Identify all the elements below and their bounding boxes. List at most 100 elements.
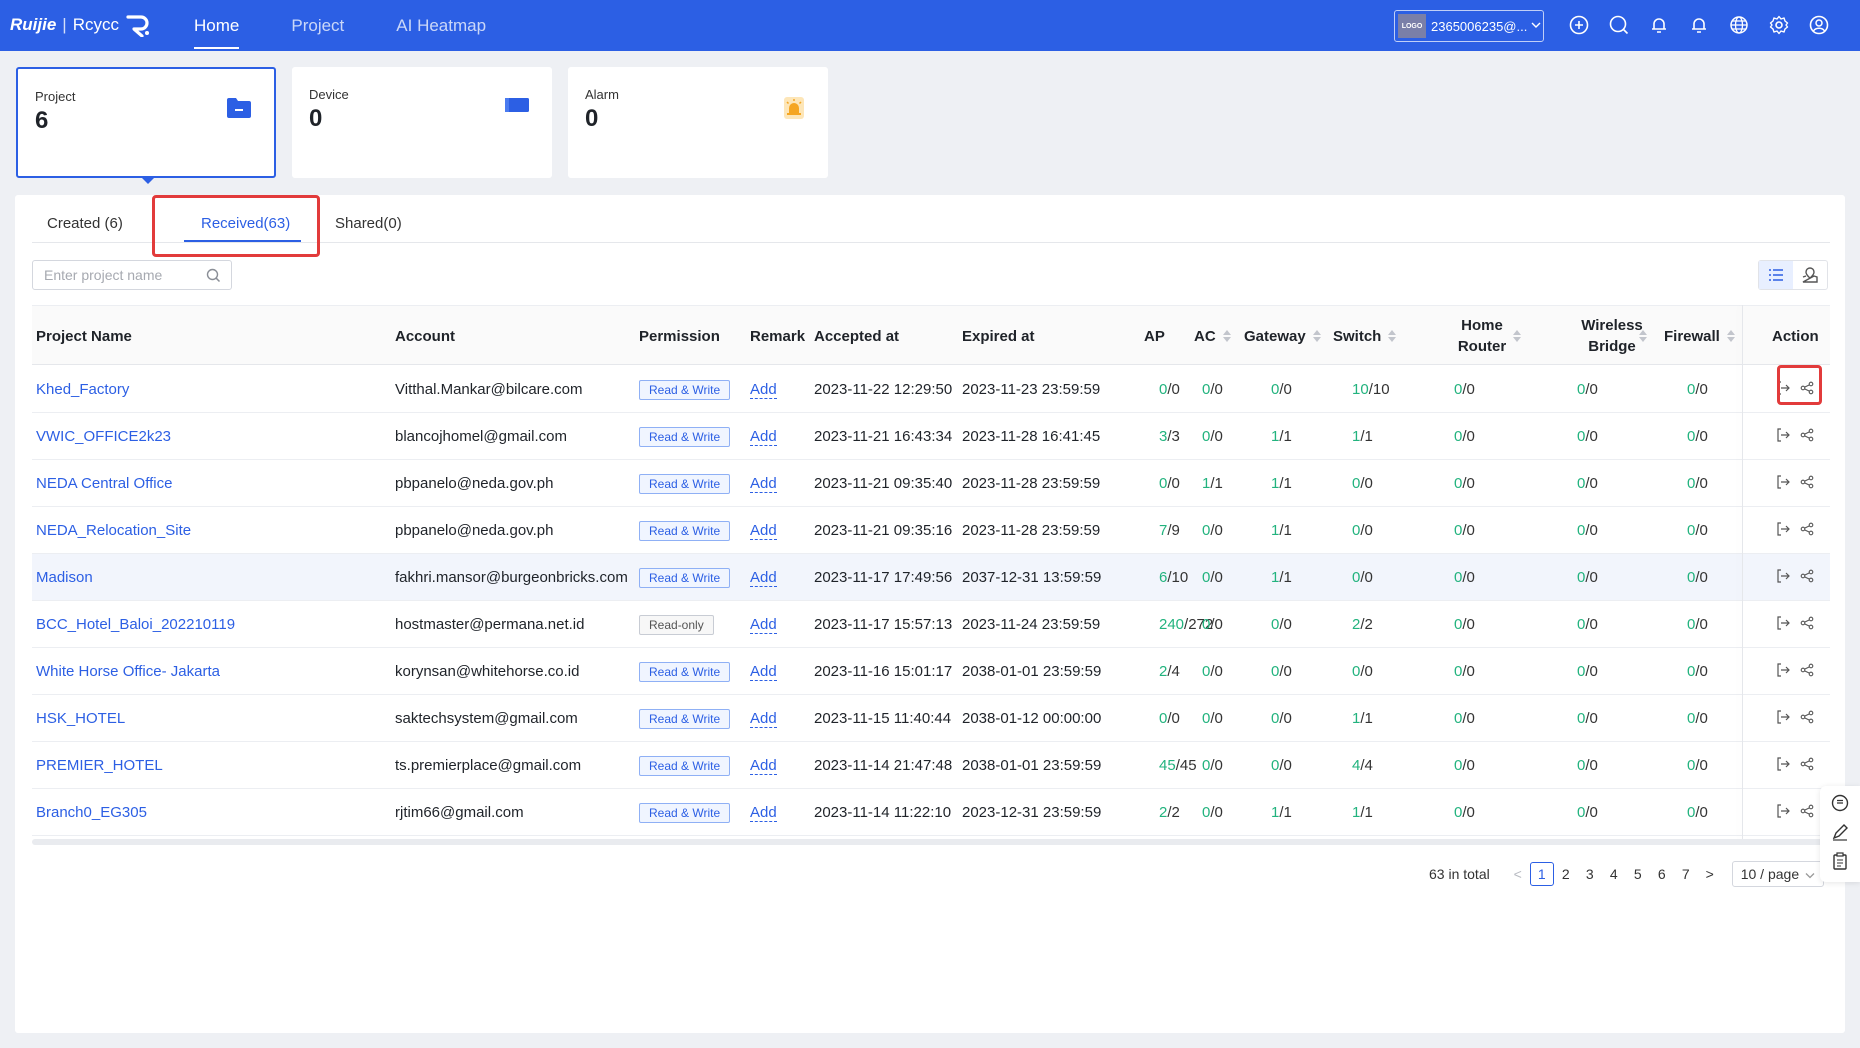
table-row[interactable]: NEDA_Relocation_Site pbpanelo@neda.gov.ph… [32, 507, 1830, 554]
enter-project-icon[interactable] [1776, 803, 1790, 822]
horizontal-scrollbar[interactable] [32, 839, 1830, 845]
add-remark-link[interactable]: Add [750, 757, 777, 775]
enter-project-icon[interactable] [1776, 427, 1790, 446]
add-remark-link[interactable]: Add [750, 804, 777, 822]
enter-project-icon[interactable] [1776, 568, 1790, 587]
project-name-link[interactable]: NEDA_Relocation_Site [36, 507, 191, 554]
share-icon[interactable] [1800, 663, 1814, 681]
sort-icon[interactable] [1388, 330, 1396, 342]
settings-icon[interactable] [1767, 13, 1791, 37]
project-name-link[interactable]: BCC_Hotel_Baloi_202210119 [36, 601, 235, 648]
table-row[interactable]: VWIC_OFFICE2k23 blancojhomel@gmail.com Rea… [32, 413, 1830, 460]
nav-ai-heatmap[interactable]: AI Heatmap [370, 0, 512, 51]
table-row[interactable]: PREMIER_HOTEL ts.premierplace@gmail.com Re… [32, 742, 1830, 789]
stat-card-project[interactable]: Project 6 [16, 67, 276, 178]
sort-icon[interactable] [1727, 330, 1735, 342]
project-name-link[interactable]: White Horse Office- Jakarta [36, 648, 220, 695]
add-remark-link[interactable]: Add [750, 381, 777, 399]
add-circle-icon[interactable] [1567, 13, 1591, 37]
table-row[interactable]: Branch0_EG305 rjtim66@gmail.com Read & Wri… [32, 789, 1830, 836]
col-permission: Permission [639, 327, 720, 345]
page-4-button[interactable]: 4 [1602, 862, 1626, 886]
enter-project-icon[interactable] [1776, 709, 1790, 728]
col-home-router-sort[interactable] [1506, 306, 1521, 366]
project-search[interactable] [32, 260, 232, 290]
brand-logo[interactable]: Ruijie | Rcycc [10, 13, 151, 37]
tab-created[interactable]: Created (6) [47, 215, 123, 232]
enter-project-icon[interactable] [1776, 521, 1790, 540]
table-row[interactable]: NEDA Central Office pbpanelo@neda.gov.ph R… [32, 460, 1830, 507]
page-2-button[interactable]: 2 [1554, 862, 1578, 886]
add-remark-link[interactable]: Add [750, 522, 777, 540]
share-icon[interactable] [1800, 616, 1814, 634]
clipboard-icon[interactable] [1832, 852, 1848, 874]
col-ac[interactable]: AC [1194, 306, 1231, 366]
enter-project-icon[interactable] [1776, 756, 1790, 775]
share-icon[interactable] [1800, 804, 1814, 822]
page-7-button[interactable]: 7 [1674, 862, 1698, 886]
share-icon[interactable] [1800, 710, 1814, 728]
nav-home[interactable]: Home [168, 0, 265, 51]
bell-icon[interactable] [1647, 13, 1671, 37]
account-selector[interactable]: LOGO 2365006235@... [1394, 10, 1544, 42]
user-icon[interactable] [1807, 13, 1831, 37]
project-name-link[interactable]: HSK_HOTEL [36, 695, 125, 742]
map-view-icon[interactable] [1793, 261, 1827, 289]
add-remark-link[interactable]: Add [750, 663, 777, 681]
page-5-button[interactable]: 5 [1626, 862, 1650, 886]
nav-project[interactable]: Project [265, 0, 370, 51]
col-gateway[interactable]: Gateway [1244, 306, 1321, 366]
stat-card-alarm[interactable]: Alarm 0 [568, 67, 828, 178]
online-count: 0 [1577, 475, 1586, 492]
table-row[interactable]: BCC_Hotel_Baloi_202210119 hostmaster@perm… [32, 601, 1830, 648]
share-icon[interactable] [1800, 569, 1814, 587]
add-remark-link[interactable]: Add [750, 475, 777, 493]
table-row[interactable]: Madison fakhri.mansor@burgeonbricks.com Re… [32, 554, 1830, 601]
project-name-link[interactable]: Branch0_EG305 [36, 789, 147, 836]
page-1-button[interactable]: 1 [1529, 862, 1554, 886]
share-icon[interactable] [1800, 522, 1814, 540]
globe-icon[interactable] [1727, 13, 1751, 37]
table-row[interactable]: White Horse Office- Jakarta korynsan@whit… [32, 648, 1830, 695]
enter-project-icon[interactable] [1776, 662, 1790, 681]
notification-icon[interactable] [1687, 13, 1711, 37]
enter-project-icon[interactable] [1776, 615, 1790, 634]
col-wireless-bridge[interactable]: Wireless Bridge [1552, 306, 1672, 366]
list-view-icon[interactable] [1759, 261, 1793, 289]
col-ap[interactable]: AP [1144, 306, 1165, 366]
add-remark-link[interactable]: Add [750, 616, 777, 634]
chat-icon[interactable] [1831, 794, 1849, 816]
project-name-link[interactable]: VWIC_OFFICE2k23 [36, 413, 171, 460]
prev-page-button[interactable]: < [1506, 862, 1530, 886]
project-name-link[interactable]: Madison [36, 554, 93, 601]
col-wireless-bridge-sort[interactable] [1632, 306, 1647, 366]
sort-icon[interactable] [1313, 330, 1321, 342]
sort-icon[interactable] [1513, 330, 1521, 342]
next-page-button[interactable]: > [1698, 862, 1722, 886]
sort-icon[interactable] [1223, 330, 1231, 342]
sort-icon[interactable] [1639, 330, 1647, 342]
page-6-button[interactable]: 6 [1650, 862, 1674, 886]
share-icon[interactable] [1800, 428, 1814, 446]
project-name-link[interactable]: Khed_Factory [36, 366, 129, 413]
search-icon[interactable] [206, 268, 221, 286]
add-remark-link[interactable]: Add [750, 428, 777, 446]
feedback-icon[interactable] [1831, 823, 1849, 845]
page-size-select[interactable]: 10 / page [1731, 861, 1824, 887]
project-name-link[interactable]: NEDA Central Office [36, 460, 172, 507]
add-remark-link[interactable]: Add [750, 569, 777, 587]
search-icon[interactable] [1607, 13, 1631, 37]
table-row[interactable]: HSK_HOTEL saktechsystem@gmail.com Read & W… [32, 695, 1830, 742]
search-input[interactable] [44, 267, 204, 283]
enter-project-icon[interactable] [1776, 474, 1790, 493]
col-firewall[interactable]: Firewall [1664, 306, 1735, 366]
share-icon[interactable] [1800, 757, 1814, 775]
col-switch[interactable]: Switch [1333, 306, 1396, 366]
project-name-link[interactable]: PREMIER_HOTEL [36, 742, 163, 789]
page-3-button[interactable]: 3 [1578, 862, 1602, 886]
add-remark-link[interactable]: Add [750, 710, 777, 728]
table-row[interactable]: Khed_Factory Vitthal.Mankar@bilcare.com Re… [32, 366, 1830, 413]
stat-card-device[interactable]: Device 0 [292, 67, 552, 178]
tab-shared[interactable]: Shared(0) [335, 215, 402, 232]
share-icon[interactable] [1800, 475, 1814, 493]
